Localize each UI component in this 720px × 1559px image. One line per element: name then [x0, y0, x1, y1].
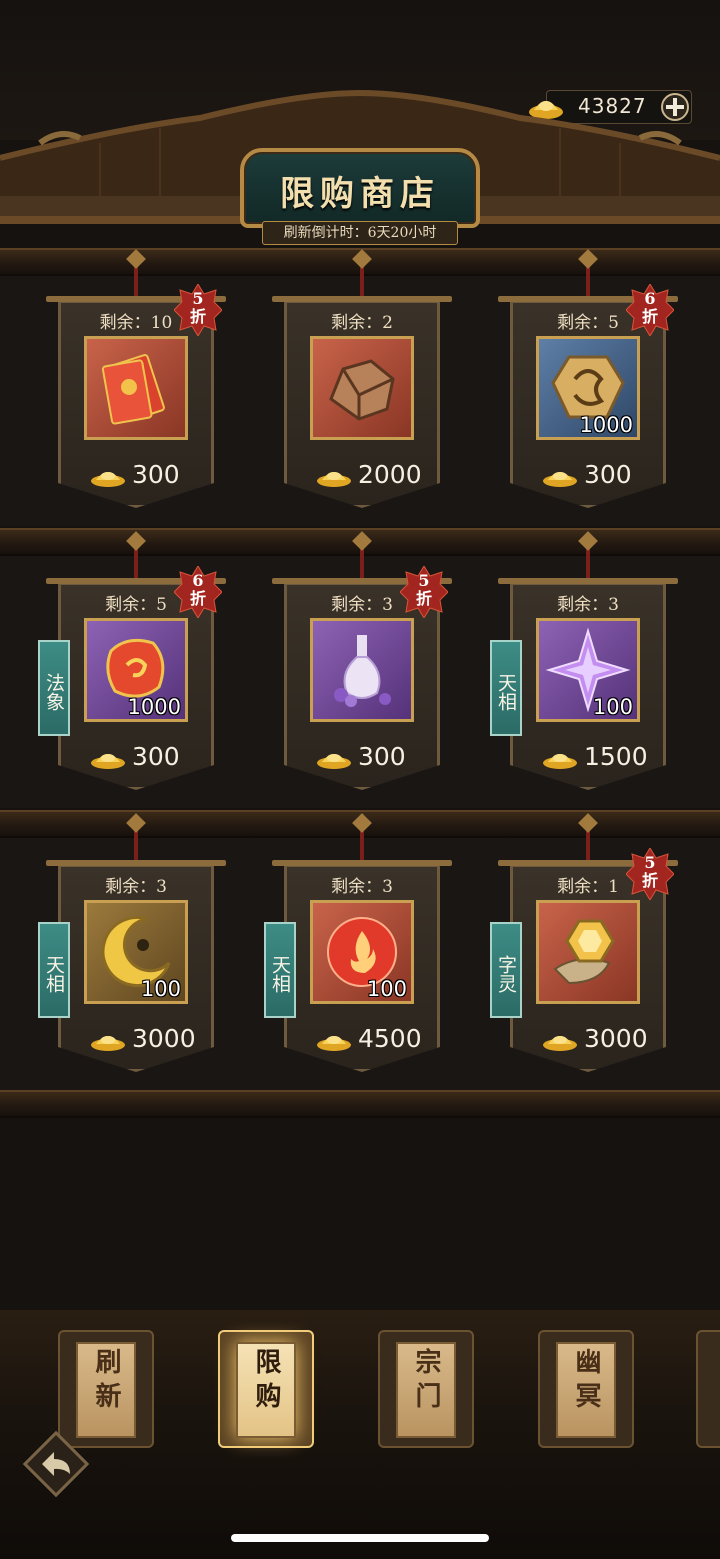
gold-ingot-icon: [543, 754, 577, 769]
price-bar: 3000: [510, 1016, 666, 1056]
item-price: 300: [584, 460, 632, 489]
price-bar: 300: [284, 734, 440, 774]
shop-item-card[interactable]: 剩余：3 100 4500 天相: [264, 813, 452, 1072]
item-quantity: 100: [140, 977, 181, 1001]
discount-label: 5折: [415, 571, 432, 608]
banner-beam: [46, 860, 226, 866]
nav-tab-sect[interactable]: 宗门: [378, 1330, 474, 1448]
shelf-beam-4: [0, 1090, 720, 1118]
price-bar: 300: [58, 452, 214, 492]
nav-tab-label: 宗门: [411, 1348, 441, 1416]
item-quantity: 100: [592, 695, 633, 719]
item-price: 300: [132, 742, 180, 771]
item-stock: 剩余：3: [557, 595, 619, 615]
price-bar: 300: [510, 452, 666, 492]
refresh-countdown: 刷新倒计时：6天20小时: [262, 221, 458, 245]
ore-chunk-icon[interactable]: [310, 336, 414, 440]
gold-ingot-icon: [317, 472, 351, 487]
home-indicator: [231, 1534, 489, 1542]
price-bar: 4500: [284, 1016, 440, 1056]
gold-ingot-icon: [317, 754, 351, 769]
shop-item-card[interactable]: 剩余：3 100 1500 天相: [490, 531, 678, 790]
nav-tab-netherworld[interactable]: 幽冥: [538, 1330, 634, 1448]
item-price: 3000: [584, 1024, 648, 1053]
shop-item-card[interactable]: 剩余：3 100 3000 天相: [38, 813, 226, 1072]
red-envelope-icon[interactable]: [84, 336, 188, 440]
item-stock: 剩余：3: [331, 877, 393, 897]
discount-badge: 6折: [173, 565, 223, 619]
nav-tab-label: 刷新: [91, 1348, 121, 1416]
item-price: 3000: [132, 1024, 196, 1053]
item-quantity: 1000: [127, 695, 181, 719]
banner-beam: [272, 296, 452, 302]
banner-beam: [498, 578, 678, 584]
shop-item-card[interactable]: 剩余：5 1000 300 6折 法象: [38, 531, 226, 790]
price-bar: 2000: [284, 452, 440, 492]
gold-ingot-icon: [317, 1036, 351, 1051]
item-stock: 剩余：2: [331, 313, 393, 333]
gold-moon-icon[interactable]: 100: [84, 900, 188, 1004]
gold-ingot-icon: [91, 472, 125, 487]
nav-tab-label: 幽冥: [571, 1348, 601, 1416]
category-tag: 法象: [38, 640, 70, 736]
item-price: 300: [132, 460, 180, 489]
purple-vase-icon[interactable]: [310, 618, 414, 722]
price-bar: 300: [58, 734, 214, 774]
item-price: 2000: [358, 460, 422, 489]
item-quantity: 100: [366, 977, 407, 1001]
discount-label: 6折: [641, 289, 658, 326]
gold-ingot-icon: [543, 472, 577, 487]
item-quantity: 1000: [579, 413, 633, 437]
gold-hexagon-horn-icon[interactable]: [536, 900, 640, 1004]
discount-label: 5折: [641, 853, 658, 890]
back-button[interactable]: [20, 1428, 92, 1500]
category-tag: 天相: [264, 922, 296, 1018]
category-tag: 天相: [38, 922, 70, 1018]
item-price: 4500: [358, 1024, 422, 1053]
item-price: 1500: [584, 742, 648, 771]
banner-beam: [272, 860, 452, 866]
discount-label: 5折: [189, 289, 206, 326]
discount-badge: 6折: [625, 283, 675, 337]
item-price: 300: [358, 742, 406, 771]
gold-ingot-icon: [91, 1036, 125, 1051]
discount-label: 6折: [189, 571, 206, 608]
item-stock: 剩余：3: [105, 877, 167, 897]
back-arrow-icon: [22, 1430, 90, 1498]
nav-tab-frame: [696, 1330, 720, 1448]
shop-item-card[interactable]: 剩余：2 2000: [272, 249, 452, 508]
shop-item-card[interactable]: 剩余：3 300 5折: [272, 531, 452, 790]
gold-ingot-icon: [91, 754, 125, 769]
red-rune-stone-icon[interactable]: 1000: [84, 618, 188, 722]
fire-orb-icon[interactable]: 100: [310, 900, 414, 1004]
nav-tab-limited[interactable]: 限购: [218, 1330, 314, 1448]
shop-item-card[interactable]: 剩余：1 3000 5折 字灵: [490, 813, 678, 1072]
gold-ingot-icon: [543, 1036, 577, 1051]
page-title: 限购商店: [280, 174, 440, 214]
shop-item-card[interactable]: 剩余：5 1000 300 6折: [498, 249, 678, 508]
discount-badge: 5折: [173, 283, 223, 337]
purple-star-crystal-icon[interactable]: 100: [536, 618, 640, 722]
shop-item-card[interactable]: 剩余：10 300 5折: [46, 249, 226, 508]
dragon-medallion-icon[interactable]: 1000: [536, 336, 640, 440]
category-tag: 天相: [490, 640, 522, 736]
category-tag: 字灵: [490, 922, 522, 1018]
nav-tab-partial[interactable]: [696, 1330, 720, 1448]
discount-badge: 5折: [399, 565, 449, 619]
price-bar: 1500: [510, 734, 666, 774]
discount-badge: 5折: [625, 847, 675, 901]
price-bar: 3000: [58, 1016, 214, 1056]
nav-tab-label: 限购: [251, 1348, 281, 1416]
